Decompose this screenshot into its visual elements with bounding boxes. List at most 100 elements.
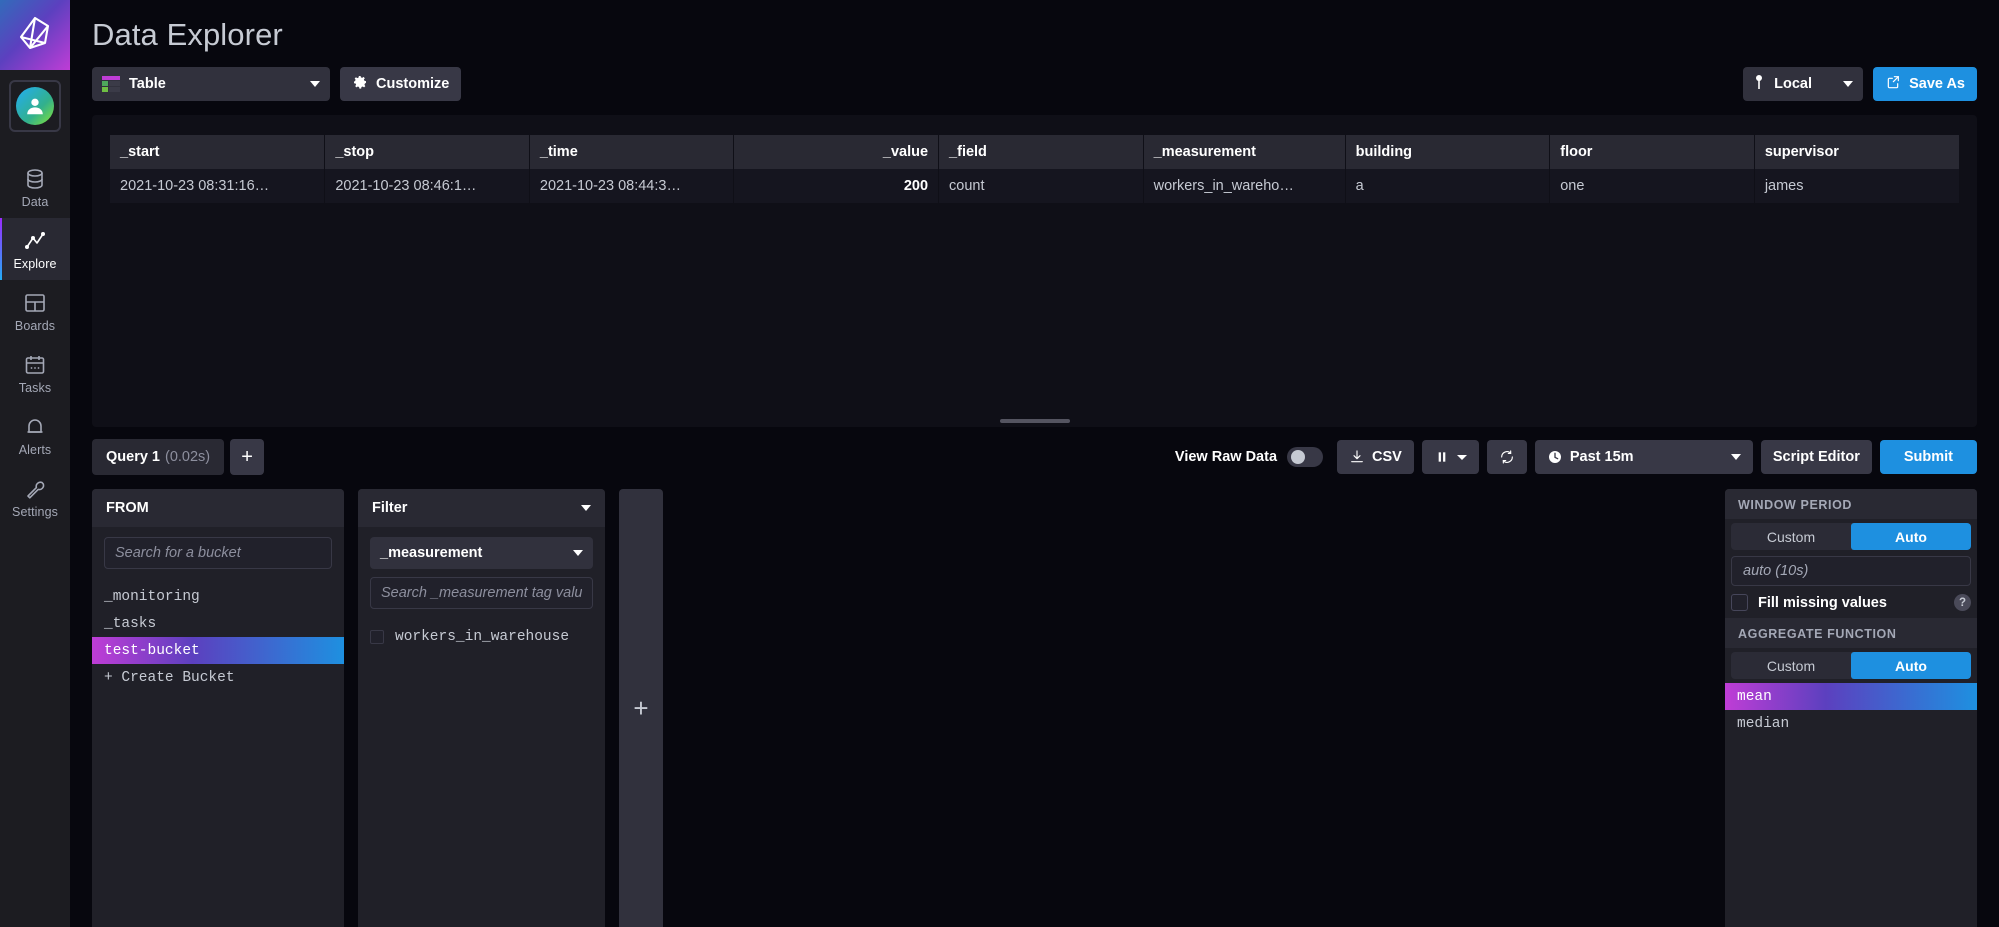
export-icon: [1885, 74, 1901, 94]
customize-button-label: Customize: [376, 76, 449, 92]
chevron-down-icon: [581, 505, 591, 511]
fill-missing-values-checkbox[interactable]: [1731, 594, 1748, 611]
window-period-auto-button[interactable]: Auto: [1851, 523, 1971, 550]
user-avatar[interactable]: [9, 80, 61, 132]
table-header-cell: _start: [110, 135, 325, 169]
auto-refresh-pause-dropdown[interactable]: [1422, 440, 1479, 474]
table-cell: james: [1754, 169, 1959, 203]
time-range-dropdown[interactable]: Past 15m: [1535, 440, 1753, 474]
time-range-label: Past 15m: [1570, 449, 1634, 465]
dashboard-grid-icon: [23, 290, 47, 316]
from-card: FROM _monitoring_taskstest-bucket+ Creat…: [92, 489, 344, 927]
chevron-down-icon: [1843, 81, 1853, 87]
save-as-button-label: Save As: [1909, 76, 1965, 92]
table-header-cell: building: [1345, 135, 1550, 169]
sidebar-item-label: Tasks: [19, 381, 51, 395]
influxdb-logo[interactable]: [0, 0, 70, 70]
table-cell: workers_in_wareho…: [1143, 169, 1345, 203]
user-avatar-icon: [16, 87, 54, 125]
toggle-knob: [1291, 450, 1305, 464]
aggregate-function-auto-button[interactable]: Auto: [1851, 652, 1971, 679]
window-period-custom-button[interactable]: Custom: [1731, 523, 1851, 550]
table-row: 2021-10-23 08:31:16…2021-10-23 08:46:1…2…: [110, 169, 1959, 203]
save-as-button[interactable]: Save As: [1873, 67, 1977, 101]
query-tab-1[interactable]: Query 1 (0.02s): [92, 439, 224, 475]
visualization-toolbar: Table Customize Local: [70, 53, 1999, 101]
clock-icon: [1547, 449, 1563, 465]
aggregate-function-title: AGGREGATE FUNCTION: [1725, 618, 1977, 648]
table-header-cell: floor: [1550, 135, 1755, 169]
view-raw-data-toggle[interactable]: [1287, 447, 1323, 467]
calendar-icon: [23, 352, 47, 378]
customize-button[interactable]: Customize: [340, 67, 461, 101]
add-builder-card-button[interactable]: +: [619, 489, 663, 927]
query-builder: FROM _monitoring_taskstest-bucket+ Creat…: [92, 489, 1977, 927]
table-header-cell: _time: [529, 135, 734, 169]
time-zone-label: Local: [1774, 76, 1812, 92]
filter-value-list: workers_in_warehouse: [358, 619, 605, 927]
bucket-list-item[interactable]: test-bucket: [92, 637, 344, 664]
table-cell: one: [1550, 169, 1755, 203]
aggregate-function-item[interactable]: median: [1725, 710, 1977, 737]
filter-card-header[interactable]: Filter: [358, 489, 605, 527]
aggregate-function-custom-button[interactable]: Custom: [1731, 652, 1851, 679]
visualization-type-label: Table: [129, 76, 166, 92]
fill-missing-values-label: Fill missing values: [1758, 595, 1887, 611]
sidebar-item-explore[interactable]: Explore: [0, 218, 70, 280]
view-raw-data-control: View Raw Data: [1175, 447, 1323, 467]
left-nav-bar: Data Explore Boards Tasks Alerts: [0, 0, 70, 927]
results-table-panel: _start_stop_time_value_field_measurement…: [92, 115, 1977, 427]
refresh-button[interactable]: [1487, 440, 1527, 474]
chevron-down-icon: [1731, 454, 1741, 460]
table-header-cell: _measurement: [1143, 135, 1345, 169]
window-period-value-input[interactable]: auto (10s): [1731, 556, 1971, 586]
view-raw-data-label: View Raw Data: [1175, 449, 1277, 465]
table-body: 2021-10-23 08:31:16…2021-10-23 08:46:1…2…: [110, 169, 1959, 203]
csv-download-button[interactable]: CSV: [1337, 440, 1414, 474]
add-query-button[interactable]: +: [230, 439, 264, 475]
submit-button[interactable]: Submit: [1880, 440, 1977, 474]
graph-line-icon: [23, 228, 47, 254]
window-period-title: WINDOW PERIOD: [1725, 489, 1977, 519]
table-header-cell: _stop: [325, 135, 530, 169]
from-card-title: FROM: [106, 500, 149, 516]
help-icon[interactable]: ?: [1954, 594, 1971, 611]
table-cell: a: [1345, 169, 1550, 203]
window-period-mode-toggle: Custom Auto: [1731, 523, 1971, 550]
sidebar-item-tasks[interactable]: Tasks: [0, 342, 70, 404]
bucket-list-item[interactable]: + Create Bucket: [92, 664, 344, 691]
database-icon: [23, 166, 47, 192]
horizontal-scrollbar[interactable]: [1000, 419, 1070, 423]
wrench-icon: [23, 476, 47, 502]
refresh-icon: [1499, 449, 1515, 465]
aggregate-function-item[interactable]: mean: [1725, 683, 1977, 710]
influxdb-logo-icon: [15, 13, 55, 58]
chevron-down-icon: [573, 550, 583, 556]
sidebar-item-data[interactable]: Data: [0, 156, 70, 218]
time-zone-dropdown[interactable]: Local: [1743, 67, 1863, 101]
table-cell: 2021-10-23 08:44:3…: [529, 169, 734, 203]
aggregate-function-mode-toggle: Custom Auto: [1731, 652, 1971, 679]
filter-tag-value-search-input[interactable]: [370, 577, 593, 609]
filter-value-item[interactable]: workers_in_warehouse: [358, 623, 605, 650]
script-editor-button[interactable]: Script Editor: [1761, 440, 1872, 474]
sidebar-item-alerts[interactable]: Alerts: [0, 404, 70, 466]
filter-tag-key-dropdown[interactable]: _measurement: [370, 537, 593, 569]
pause-icon: [1434, 449, 1450, 465]
filter-tag-key-label: _measurement: [380, 545, 482, 561]
bucket-list-item[interactable]: _tasks: [92, 610, 344, 637]
bucket-list-item[interactable]: _monitoring: [92, 583, 344, 610]
visualization-type-dropdown[interactable]: Table: [92, 67, 330, 101]
from-card-header: FROM: [92, 489, 344, 527]
table-cell: 2021-10-23 08:46:1…: [325, 169, 530, 203]
gear-icon: [352, 74, 368, 94]
sidebar-item-settings[interactable]: Settings: [0, 466, 70, 528]
sidebar-item-label: Boards: [15, 319, 55, 333]
main-content: Data Explorer Table Customiz: [70, 0, 1999, 927]
fill-missing-values-row[interactable]: Fill missing values ?: [1725, 586, 1977, 618]
bucket-search-input[interactable]: [104, 537, 332, 569]
table-cell: 2021-10-23 08:31:16…: [110, 169, 325, 203]
sidebar-item-boards[interactable]: Boards: [0, 280, 70, 342]
filter-value-checkbox[interactable]: [370, 630, 384, 644]
bucket-list: _monitoring_taskstest-bucket+ Create Buc…: [92, 579, 344, 927]
